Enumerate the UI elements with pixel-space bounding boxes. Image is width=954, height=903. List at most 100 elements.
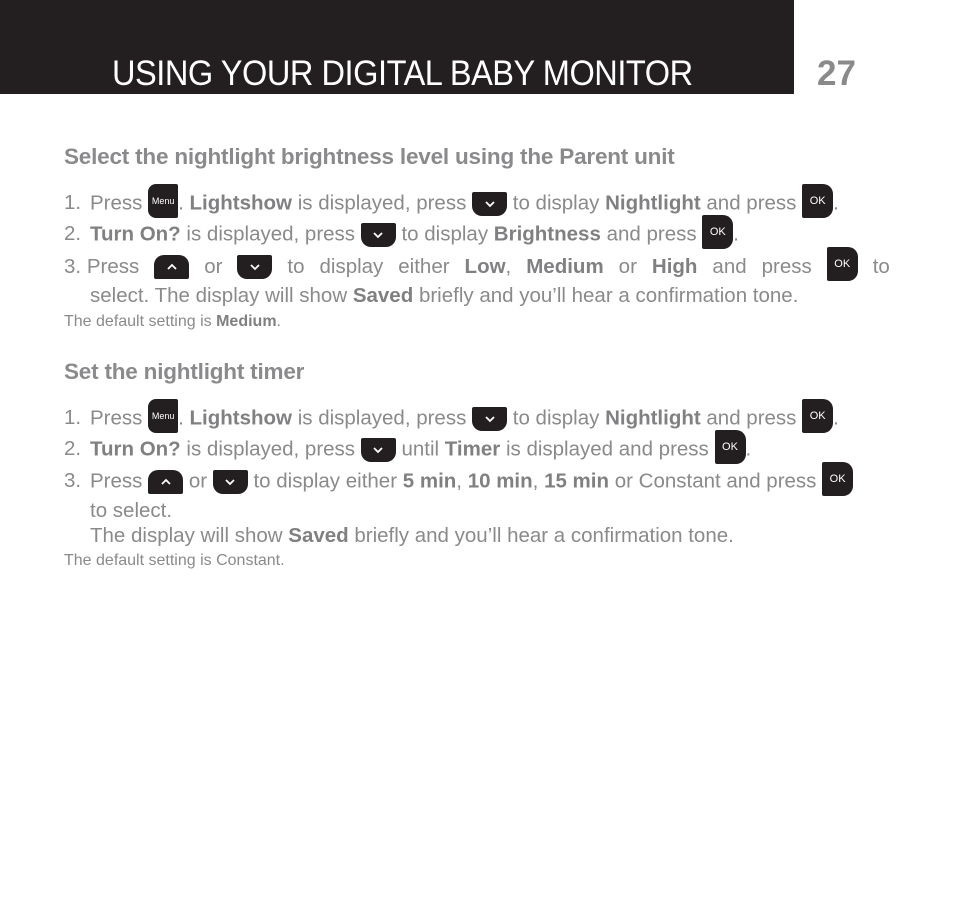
page-number: 27 bbox=[817, 54, 856, 93]
step-bold-text: High bbox=[651, 255, 698, 278]
step-text: and bbox=[712, 255, 747, 278]
step-bold-text: 10 min bbox=[467, 469, 533, 493]
step-text: and press bbox=[706, 191, 797, 215]
step-text: . bbox=[833, 406, 839, 430]
step-text: to display bbox=[512, 406, 600, 430]
step-text: and press bbox=[606, 222, 697, 246]
step-text: . bbox=[178, 191, 184, 215]
step-text: or Constant and press bbox=[614, 469, 817, 493]
menu-key-icon: Menu bbox=[148, 399, 179, 433]
down-arrow-key-icon bbox=[472, 407, 508, 431]
step-3-brightness: 3. Press or to display either Low, Mediu… bbox=[64, 247, 890, 308]
step-line: The display will show Saved briefly and … bbox=[64, 524, 890, 548]
step-text: Press bbox=[86, 255, 140, 278]
ok-key-icon: OK bbox=[802, 184, 834, 218]
step-text: or bbox=[618, 255, 637, 278]
step-bold-text: Lightshow bbox=[189, 406, 292, 430]
step-text: , bbox=[505, 255, 512, 278]
step-text: briefly and you’ll hear a confirmation t… bbox=[354, 524, 734, 547]
step-text: is displayed and press bbox=[505, 437, 709, 461]
step-text: to bbox=[872, 255, 890, 278]
ok-key-label: OK bbox=[709, 226, 726, 238]
down-arrow-key-icon bbox=[212, 470, 248, 494]
ok-key-icon: OK bbox=[802, 399, 834, 433]
section-heading-timer: Set the nightlight timer bbox=[64, 359, 305, 384]
step-text: . bbox=[733, 222, 739, 246]
page-title: USING YOUR DIGITAL BABY MONITOR bbox=[112, 54, 693, 93]
step-bold-text: Lightshow bbox=[189, 191, 292, 215]
default-setting-note-timer: The default setting is Constant. bbox=[64, 552, 285, 569]
step-text: to display bbox=[401, 222, 489, 246]
ok-key-label: OK bbox=[834, 258, 851, 270]
step-text: briefly and you’ll hear a confirmation t… bbox=[418, 284, 799, 307]
step-text: Press bbox=[90, 191, 143, 215]
step-line: 3. Press or to display either Low, Mediu… bbox=[64, 247, 890, 284]
down-arrow-key-icon bbox=[237, 255, 273, 279]
step-line: to select. bbox=[90, 499, 173, 522]
ok-key-icon: OK bbox=[822, 462, 854, 496]
step-text: The display will show bbox=[90, 524, 283, 547]
step-line: select. The display will show Saved brie… bbox=[64, 284, 890, 308]
step-2-brightness: 2. Turn On? is displayed, press to displa… bbox=[64, 215, 890, 252]
step-text: and press bbox=[706, 406, 797, 430]
step-line: 3. Press or to display either 5 min, 10 m… bbox=[64, 462, 890, 499]
step-text: until bbox=[401, 437, 440, 461]
ok-key-icon: OK bbox=[714, 430, 746, 464]
step-2-timer: 2. Turn On? is displayed, press until Tim… bbox=[64, 430, 890, 467]
menu-key-label: Menu bbox=[151, 411, 175, 421]
ok-key-label: OK bbox=[829, 473, 846, 485]
step-text: select. The display will show bbox=[90, 284, 348, 307]
note-text: The default setting is bbox=[64, 313, 212, 330]
step-number: 2. bbox=[64, 437, 82, 461]
ok-key-label: OK bbox=[809, 410, 826, 422]
note-text: . bbox=[276, 313, 281, 330]
default-setting-note-brightness: The default setting is Medium. bbox=[64, 313, 281, 331]
step-bold-text: Brightness bbox=[493, 222, 601, 246]
step-text: to bbox=[287, 255, 305, 278]
step-text: or bbox=[204, 255, 223, 278]
step-text: . bbox=[745, 437, 752, 461]
step-bold-text: 5 min bbox=[402, 469, 457, 493]
step-number-and-text: 3. Press bbox=[64, 255, 139, 279]
step-bold-text: Nightlight bbox=[605, 191, 701, 215]
ok-key-label: OK bbox=[809, 195, 826, 207]
step-3-timer: 3. Press or to display either 5 min, 10 m… bbox=[64, 462, 890, 548]
step-bold-text: Low bbox=[464, 255, 506, 278]
step-number: 2. bbox=[64, 222, 82, 246]
down-arrow-key-icon bbox=[472, 192, 508, 216]
step-text: Press bbox=[90, 469, 143, 493]
ok-key-icon: OK bbox=[826, 247, 858, 281]
step-bold-text: 15 min bbox=[544, 469, 610, 493]
step-bold-text: Saved bbox=[352, 284, 414, 307]
step-text: . bbox=[178, 406, 184, 430]
step-bold-text: Saved bbox=[288, 524, 349, 547]
step-text: , bbox=[532, 469, 539, 493]
option-low: Low, bbox=[465, 255, 512, 279]
menu-key-label: Menu bbox=[151, 196, 175, 206]
step-text: . bbox=[833, 191, 839, 215]
step-text: , bbox=[456, 469, 462, 493]
step-number: 3. bbox=[64, 469, 82, 493]
step-bold-text: Turn On? bbox=[90, 437, 181, 461]
step-text: Press bbox=[90, 406, 143, 430]
step-text: either bbox=[398, 255, 450, 278]
step-number: 1. bbox=[64, 191, 82, 215]
step-text: display bbox=[319, 255, 384, 278]
step-text: or bbox=[188, 469, 208, 493]
step-text: is displayed, press bbox=[186, 222, 356, 246]
ok-key-icon: OK bbox=[702, 215, 734, 249]
ok-key-label: OK bbox=[722, 441, 738, 453]
step-bold-text: Turn On? bbox=[90, 222, 181, 246]
up-arrow-key-icon bbox=[148, 470, 184, 494]
note-bold-text: Medium bbox=[216, 313, 277, 330]
step-bold-text: Timer bbox=[444, 437, 501, 461]
step-number: 3. bbox=[64, 255, 82, 278]
down-arrow-key-icon bbox=[360, 223, 396, 247]
menu-key-icon: Menu bbox=[148, 184, 179, 218]
step-text: is displayed, press bbox=[297, 406, 467, 430]
step-text: is displayed, press bbox=[297, 191, 467, 215]
step-number: 1. bbox=[64, 406, 82, 430]
step-bold-text: Medium bbox=[526, 255, 604, 278]
step-1-timer: 1. Press Menu. Lightshow is displayed, pr… bbox=[64, 399, 890, 436]
step-bold-text: Nightlight bbox=[605, 406, 701, 430]
